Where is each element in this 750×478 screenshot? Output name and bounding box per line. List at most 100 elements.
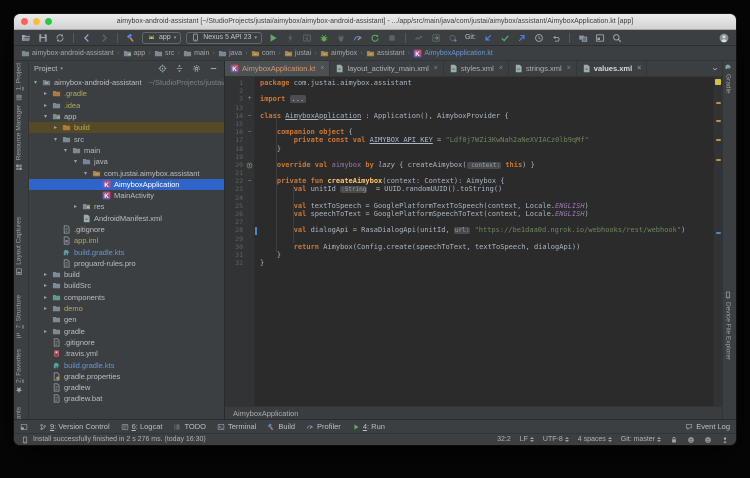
hector-button[interactable]	[687, 436, 695, 444]
run-config-selector[interactable]: app▾	[142, 32, 181, 44]
save-button[interactable]	[37, 31, 49, 44]
code-line[interactable]: import ...	[260, 95, 713, 103]
breadcrumb-item[interactable]: com	[251, 49, 275, 58]
gutter-line[interactable]: 29	[225, 235, 254, 243]
code-area[interactable]: 123+1314−1516−171819202122−2324252627282…	[225, 77, 722, 406]
running-devices-button[interactable]	[594, 31, 606, 44]
stripe-mark[interactable]	[716, 232, 721, 234]
gutter-line[interactable]: 17	[225, 136, 254, 144]
gutter-line[interactable]: 3+	[225, 95, 254, 103]
breadcrumb-item[interactable]: src	[154, 49, 174, 58]
device-manager-button[interactable]	[577, 31, 589, 44]
git-rollback-button[interactable]	[550, 31, 562, 44]
code-line[interactable]: override val aimybox by lazy { createAim…	[260, 161, 713, 169]
toolwindow-button-logcat[interactable]: 6: Logcat	[121, 422, 163, 431]
gutter-line[interactable]: 16−	[225, 128, 254, 136]
breadcrumb-item[interactable]: main	[183, 49, 209, 58]
tree-row[interactable]: ▸buildSrc	[29, 280, 224, 291]
code-line[interactable]	[260, 153, 713, 161]
tool-strip-build-variants[interactable]: Build Variants	[15, 407, 23, 419]
caret-position-widget[interactable]: 32:2	[497, 436, 511, 443]
tree-row[interactable]: AndroidManifest.xml	[29, 213, 224, 224]
tree-expand-arrow-icon[interactable]: ▸	[42, 271, 49, 278]
git-commit-button[interactable]	[499, 31, 511, 44]
tree-expand-arrow-icon[interactable]: ▾	[82, 170, 89, 177]
tree-row[interactable]: ▾com.justai.aimybox.assistant	[29, 167, 224, 178]
tree-expand-arrow-icon[interactable]: ▾	[52, 136, 59, 143]
code-line[interactable]: return Aimybox(Config.create(speechToTex…	[260, 243, 713, 251]
tool-strip-structure[interactable]: 7: Structure	[15, 295, 23, 340]
code-line[interactable]	[260, 235, 713, 243]
stripe-mark[interactable]	[716, 102, 721, 104]
toolwindow-button-todo[interactable]: TODO	[173, 422, 206, 431]
code-line[interactable]: val dialogApi = RasaDialogApi(unitId, ur…	[260, 226, 713, 234]
code-lines[interactable]: package com.justai.aimybox.assistant impo…	[255, 77, 713, 406]
breadcrumb-item[interactable]: app	[123, 49, 146, 58]
tree-expand-arrow-icon[interactable]: ▸	[42, 90, 49, 97]
tree-row[interactable]: ▸build	[29, 122, 224, 133]
tool-strip-layout-captures[interactable]: Layout Captures	[15, 217, 23, 276]
code-line[interactable]: }	[260, 251, 713, 259]
tree-row[interactable]: gen	[29, 314, 224, 325]
tree-row[interactable]: ▾src	[29, 133, 224, 144]
project-panel-title[interactable]: Project	[34, 64, 57, 73]
tree-expand-arrow-icon[interactable]: ▾	[42, 113, 49, 120]
gutter-line[interactable]: 18	[225, 145, 254, 153]
tree-row[interactable]: ▾main	[29, 145, 224, 156]
event-log-button[interactable]: Event Log	[685, 422, 730, 431]
hector-button[interactable]	[704, 436, 712, 444]
tool-strip-favorites[interactable]: 2: Favorites	[15, 349, 23, 394]
profiler-button[interactable]	[352, 31, 364, 44]
gutter-line[interactable]: 28	[225, 226, 254, 234]
code-line[interactable]: package com.justai.aimybox.assistant	[260, 79, 713, 87]
tree-row[interactable]: build.gradle.kts	[29, 246, 224, 257]
fold-marker-icon[interactable]: +	[245, 95, 254, 103]
gutter-line[interactable]: 13	[225, 104, 254, 112]
tree-row[interactable]: .travis.yml	[29, 348, 224, 359]
attach-debugger-button[interactable]	[335, 31, 347, 44]
gutter-line[interactable]: 20	[225, 161, 254, 169]
status-selector-git-master[interactable]: Git: master	[621, 435, 661, 444]
tree-row[interactable]: gradle.properties	[29, 371, 224, 382]
titlebar[interactable]: aimybox-android-assistant [~/StudioProje…	[14, 14, 736, 30]
gutter-line[interactable]: 25	[225, 202, 254, 210]
tab-strings-xml[interactable]: strings.xml×	[509, 61, 577, 76]
tree-expand-arrow-icon[interactable]: ▾	[32, 79, 39, 86]
tree-expand-arrow-icon[interactable]: ▾	[72, 158, 79, 165]
error-stripe[interactable]	[713, 77, 722, 406]
memory-indicator-button[interactable]	[721, 436, 729, 444]
run-button[interactable]	[267, 31, 279, 44]
status-selector-4-spaces[interactable]: 4 spaces	[578, 435, 612, 444]
code-line[interactable]: private const val AIMYBOX_API_KEY = "Ldf…	[260, 136, 713, 144]
tree-row[interactable]: ▸.gradle	[29, 88, 224, 99]
toolwindow-switcher-button[interactable]	[20, 423, 28, 431]
gutter-line[interactable]: 24	[225, 194, 254, 202]
code-line[interactable]	[260, 87, 713, 95]
tree-row[interactable]: ▸gradle	[29, 326, 224, 337]
back-button[interactable]	[81, 31, 93, 44]
breadcrumb-item[interactable]: justai	[284, 49, 311, 58]
apply-changes-activity-button[interactable]	[430, 31, 442, 44]
tree-expand-arrow-icon[interactable]: ▸	[42, 102, 49, 109]
status-selector-utf-8[interactable]: UTF-8	[543, 435, 569, 444]
tree-expand-arrow-icon[interactable]: ▸	[42, 305, 49, 312]
editor-breadcrumb[interactable]: AimyboxApplication	[225, 406, 722, 419]
stripe-mark[interactable]	[716, 120, 721, 122]
sync-project-button[interactable]	[447, 31, 459, 44]
gutter-line[interactable]: 15	[225, 120, 254, 128]
tab-close-icon[interactable]: ×	[567, 65, 571, 72]
tree-row[interactable]: build.gradle.kts	[29, 359, 224, 370]
fold-marker-icon[interactable]: −	[245, 128, 254, 136]
git-history-button[interactable]	[533, 31, 545, 44]
stop-button[interactable]	[386, 31, 398, 44]
tree-row[interactable]: app.iml	[29, 235, 224, 246]
settings-button[interactable]	[190, 62, 202, 75]
tab-close-icon[interactable]: ×	[499, 65, 503, 72]
git-push-button[interactable]	[516, 31, 528, 44]
gutter-line[interactable]: 23	[225, 185, 254, 193]
tree-expand-arrow-icon[interactable]: ▸	[42, 328, 49, 335]
gutter-line[interactable]: 14−	[225, 112, 254, 120]
zoom-window-button[interactable]	[45, 18, 52, 25]
tree-expand-arrow-icon[interactable]: ▸	[52, 124, 59, 131]
tab-values-xml[interactable]: values.xml×	[577, 61, 647, 76]
